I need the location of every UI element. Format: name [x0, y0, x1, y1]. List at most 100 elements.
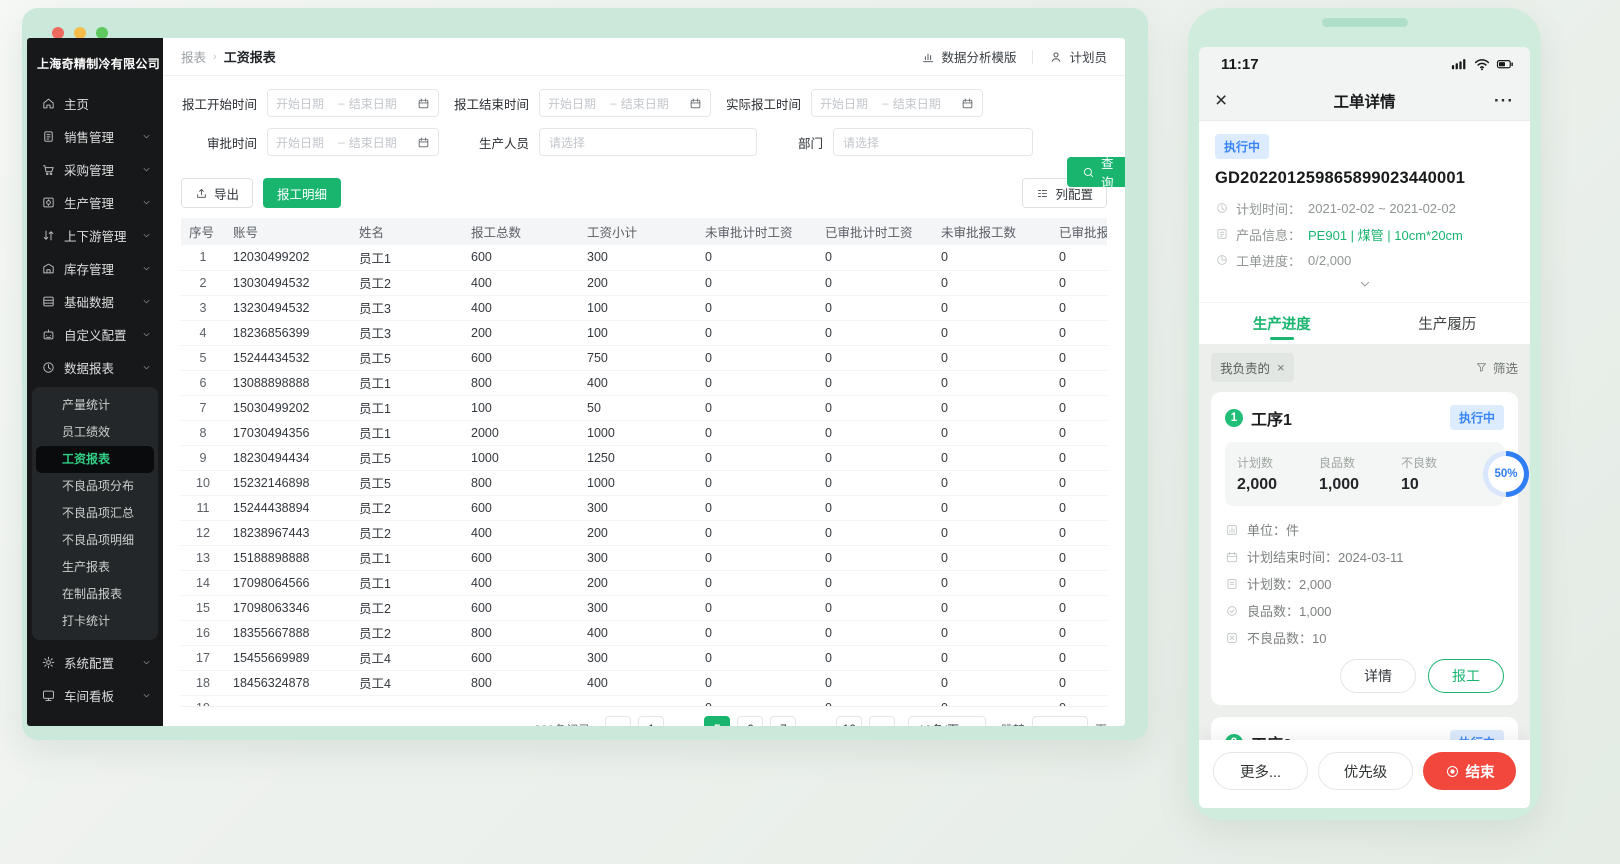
chip-remove-icon[interactable]: × [1277, 361, 1285, 374]
info-label: 工单进度： [1236, 253, 1302, 269]
table-header-cell[interactable]: 账号 [225, 218, 351, 245]
submenu-item[interactable]: 工资报表 [36, 446, 154, 473]
sidebar-item[interactable]: 基础数据 [27, 285, 163, 318]
priority-button[interactable]: 优先级 [1318, 752, 1413, 790]
sidebar-item-label: 车间看板 [64, 690, 115, 704]
table-cell: 6 [181, 370, 225, 396]
table-header-cell[interactable]: 已审批报工数 [1051, 218, 1107, 245]
table-row[interactable]: 10 15232146898 员工5 800 1000 0 0 0 0 [181, 470, 1107, 496]
page-button[interactable]: 10 [836, 716, 863, 726]
page-size-select[interactable]: 10条/页 [908, 716, 986, 726]
table-cell: 员工4 [351, 670, 463, 696]
page-button[interactable]: 7 [770, 716, 797, 726]
table-row[interactable]: 17 15455669989 员工4 600 300 0 0 0 0 [181, 645, 1107, 671]
submenu-item[interactable]: 产量统计 [36, 392, 154, 419]
order-expander[interactable] [1215, 273, 1514, 298]
table-row[interactable]: 1 12030499202 员工1 600 300 0 0 0 0 [181, 245, 1107, 271]
page-button[interactable]: ··· [803, 716, 830, 726]
user-menu[interactable]: 计划员 [1049, 47, 1107, 66]
data-analysis-template-link[interactable]: 数据分析模版 [921, 47, 1016, 66]
table-header-cell[interactable]: 工资小计 [579, 218, 697, 245]
table-row[interactable]: 4 18236856399 员工3 200 100 0 0 0 0 [181, 320, 1107, 346]
unit-icon [1227, 524, 1237, 535]
table-row[interactable]: 14 17098064566 员工1 400 200 0 0 0 0 [181, 570, 1107, 596]
sidebar-item[interactable]: 系统配置 [27, 646, 163, 679]
search-button[interactable]: 查询 [1067, 157, 1125, 190]
table-cell: 1000 [579, 420, 697, 446]
sidebar-item[interactable]: 生产管理 [27, 186, 163, 219]
table-row[interactable]: 12 18238967443 员工2 400 200 0 0 0 0 [181, 520, 1107, 546]
export-button[interactable]: 导出 [181, 178, 254, 208]
breadcrumb-parent[interactable]: 报表 [181, 47, 206, 66]
table-row[interactable]: 190000 [181, 695, 1107, 706]
calendar-icon [690, 97, 701, 108]
my-responsibility-chip[interactable]: 我负责的 × [1211, 353, 1294, 382]
table-row[interactable]: 15 17098063346 员工2 600 300 0 0 0 0 [181, 595, 1107, 621]
sidebar-item[interactable]: 库存管理 [27, 252, 163, 285]
submenu-item[interactable]: 打卡统计 [36, 608, 154, 635]
page-button[interactable]: ··· [671, 716, 698, 726]
table-header-cell[interactable]: 序号 [181, 218, 225, 245]
submenu-item[interactable]: 不良品项汇总 [36, 500, 154, 527]
sidebar-item[interactable]: 采购管理 [27, 153, 163, 186]
detail-button[interactable]: 详情 [1340, 659, 1416, 693]
date-range-input[interactable]: 开始日期 – 结束日期 [539, 89, 711, 117]
sidebar-item[interactable]: 上下游管理 [27, 219, 163, 252]
jump-page-input[interactable] [1031, 716, 1088, 726]
report-detail-button[interactable]: 报工明细 [263, 178, 342, 208]
finish-button[interactable]: 结束 [1423, 752, 1516, 790]
tab[interactable]: 生产履历 [1365, 303, 1531, 344]
table-header-cell[interactable]: 已审批计时工资 [817, 218, 933, 245]
department-select[interactable]: 请选择 [833, 128, 1033, 156]
filter-button[interactable]: 筛选 [1475, 358, 1518, 377]
submenu-item[interactable]: 生产报表 [36, 554, 154, 581]
more-icon[interactable]: ··· [1494, 91, 1514, 111]
date-range-input[interactable]: 开始日期 – 结束日期 [267, 128, 439, 156]
stat-label: 计划数 [1237, 456, 1274, 470]
sidebar-item[interactable]: 数据报表 [27, 351, 163, 384]
date-range-input[interactable]: 开始日期 – 结束日期 [267, 89, 439, 117]
page-button[interactable]: 5 [704, 716, 731, 726]
page-button[interactable]: › [869, 716, 896, 726]
page-button[interactable]: 6 [737, 716, 764, 726]
table-cell: 200 [579, 520, 697, 546]
sidebar-item[interactable]: 主页 [27, 87, 163, 120]
more-actions-button[interactable]: 更多... [1213, 752, 1308, 790]
table-row[interactable]: 3 13230494532 员工3 400 100 0 0 0 0 [181, 295, 1107, 321]
table-row[interactable]: 18 18456324878 员工4 800 400 0 0 0 0 [181, 670, 1107, 696]
submenu-item[interactable]: 不良品项分布 [36, 473, 154, 500]
table-cell: 0 [697, 320, 817, 346]
page-button[interactable]: 1 [638, 716, 665, 726]
table-cell: 0 [817, 345, 933, 371]
sidebar-item[interactable]: 自定义配置 [27, 318, 163, 351]
table-header-cell[interactable]: 未审批计时工资 [697, 218, 817, 245]
table-header-cell[interactable]: 未审批报工数 [933, 218, 1051, 245]
table-header-cell[interactable]: 报工总数 [463, 218, 579, 245]
table-row[interactable]: 9 18230494434 员工5 1000 1250 0 0 0 0 [181, 445, 1107, 471]
records-count: 380条记录 [534, 721, 590, 727]
table-row[interactable]: 13 15188898888 员工1 600 300 0 0 0 0 [181, 545, 1107, 571]
table-row[interactable]: 16 18355667888 员工2 800 400 0 0 0 0 [181, 620, 1107, 646]
table-row[interactable]: 5 15244434532 员工5 600 750 0 0 0 0 [181, 345, 1107, 371]
table-row[interactable]: 11 15244438894 员工2 600 300 0 0 0 0 [181, 495, 1107, 521]
table-cell: 100 [463, 395, 579, 421]
report-work-button[interactable]: 报工 [1428, 659, 1504, 693]
table-cell: 600 [463, 595, 579, 621]
close-icon[interactable]: × [1215, 90, 1227, 111]
search-icon [1084, 167, 1094, 177]
sidebar-item[interactable]: 销售管理 [27, 120, 163, 153]
tab[interactable]: 生产进度 [1199, 303, 1365, 344]
submenu-item[interactable]: 不良品项明细 [36, 527, 154, 554]
submenu-item[interactable]: 在制品报表 [36, 581, 154, 608]
table-header-cell[interactable]: 姓名 [351, 218, 463, 245]
phone-mockup: 11:17 × 工单详情 ··· 执行中 GD20220125986589902… [1188, 8, 1541, 820]
producer-select[interactable]: 请选择 [539, 128, 757, 156]
sidebar-item[interactable]: 车间看板 [27, 679, 163, 712]
table-row[interactable]: 8 17030494356 员工1 2000 1000 0 0 0 0 [181, 420, 1107, 446]
table-row[interactable]: 6 13088898888 员工1 800 400 0 0 0 0 [181, 370, 1107, 396]
table-row[interactable]: 7 15030499202 员工1 100 50 0 0 0 0 [181, 395, 1107, 421]
table-row[interactable]: 2 13030494532 员工2 400 200 0 0 0 0 [181, 270, 1107, 296]
submenu-item[interactable]: 员工绩效 [36, 419, 154, 446]
page-button[interactable]: ‹ [605, 716, 632, 726]
date-range-input[interactable]: 开始日期 – 结束日期 [811, 89, 983, 117]
